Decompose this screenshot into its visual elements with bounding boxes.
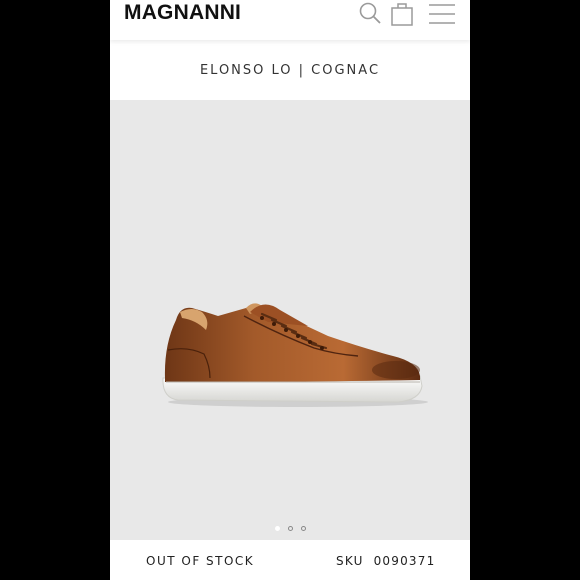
- brand-logo[interactable]: MAGNANNI: [124, 1, 241, 25]
- search-icon: [359, 2, 381, 24]
- sku-label: SKU: [336, 554, 364, 568]
- menu-button[interactable]: [428, 0, 456, 28]
- product-title: ELONSO LO | COGNAC: [199, 62, 381, 78]
- carousel-dot-3[interactable]: [300, 526, 306, 531]
- carousel-indicators: [110, 526, 470, 531]
- carousel-dot-2[interactable]: [287, 526, 293, 531]
- hamburger-menu-icon: [429, 4, 455, 24]
- sneaker-product-image: [162, 303, 428, 407]
- search-button[interactable]: [358, 0, 382, 28]
- sku-info: SKU 0090371: [336, 554, 435, 568]
- product-footer: OUT OF STOCK SKU 0090371: [110, 540, 470, 580]
- carousel-dot-1[interactable]: [274, 526, 280, 531]
- mobile-page: MAGNANNI ELONSO LO | COGNAC OUT OF STOCK…: [110, 0, 470, 580]
- sku-value: 0090371: [373, 554, 436, 568]
- product-image-carousel[interactable]: [110, 100, 470, 540]
- site-header: MAGNANNI: [110, 0, 470, 40]
- shopping-bag-icon: [391, 3, 413, 26]
- cart-button[interactable]: [391, 0, 413, 28]
- stock-status: OUT OF STOCK: [146, 554, 255, 568]
- product-title-bar: ELONSO LO | COGNAC: [110, 40, 470, 100]
